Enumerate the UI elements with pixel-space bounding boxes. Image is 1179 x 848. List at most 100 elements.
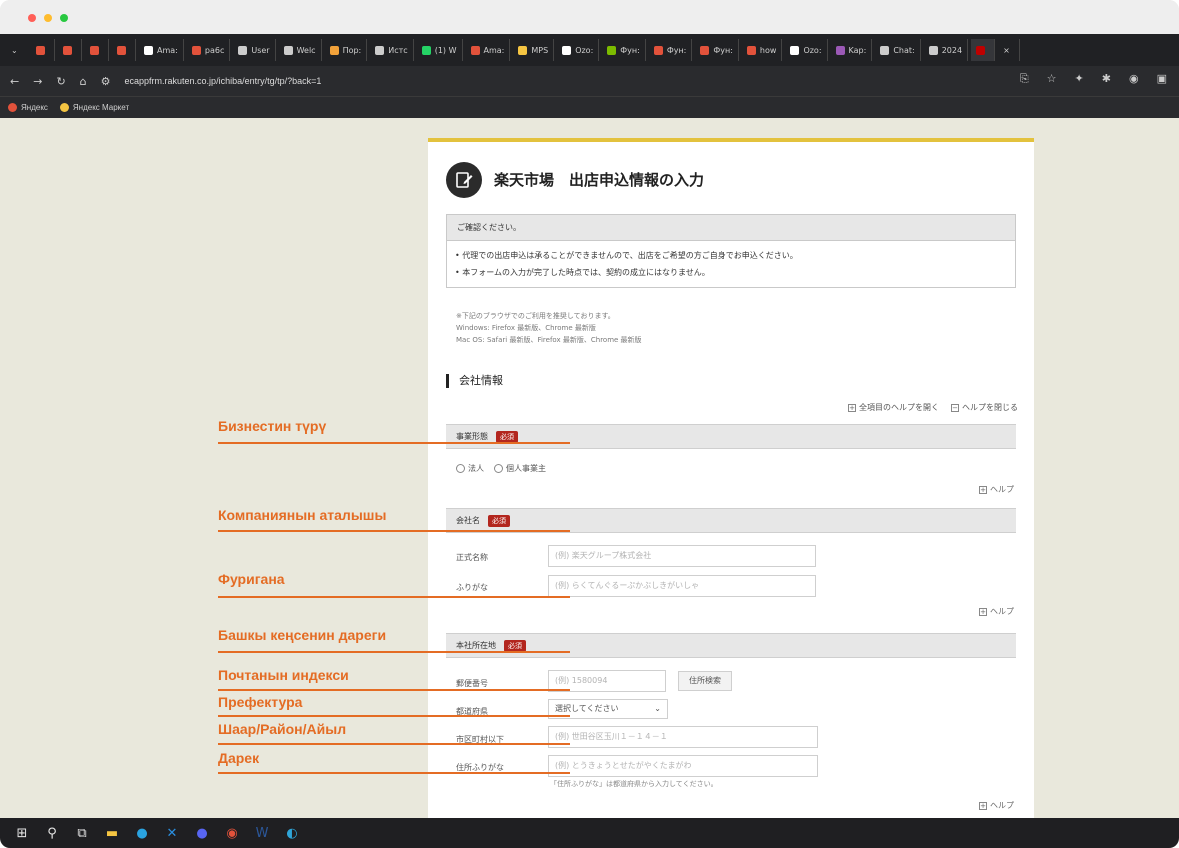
tab-label: User [251,45,270,55]
required-badge: 必須 [496,430,518,443]
browser-tab[interactable]: Фун: [602,39,646,61]
media-icon[interactable]: ◉ [1129,72,1139,86]
furigana-input[interactable]: (例) らくてんぐるーぷかぶしきがいしゃ [548,575,816,597]
window-titlebar [0,0,1179,34]
tab-favicon-icon [928,45,938,55]
radio-icon [456,464,465,473]
puzzle-icon[interactable]: ✱ [1102,72,1111,86]
browser-tab[interactable]: 2024 [924,39,969,61]
vscode-icon[interactable]: ✕ [164,825,180,841]
browser-tab[interactable] [971,39,996,61]
back-icon[interactable]: ← [10,75,19,88]
browser-tab[interactable]: Ozo: [785,39,828,61]
chrome-icon[interactable]: ◉ [224,825,240,841]
close-help-link[interactable]: − ヘルプを閉じる [951,402,1018,413]
bookmark-yandex-market[interactable]: Яндекс Маркет [59,103,130,112]
bookmark-yandex[interactable]: Яндекс [8,103,48,112]
tab-label: MPS [531,45,549,55]
help-toggle-address[interactable]: + ヘルプ [979,800,1014,811]
tab-label: Ama: [483,45,505,55]
browser-tab[interactable]: Welc [279,39,322,61]
reload-icon[interactable]: ↻ [56,75,65,88]
tab-favicon-icon [835,45,845,55]
city-input[interactable]: (例) 世田谷区玉川１－１４－１ [548,726,818,748]
browser-tab[interactable]: User [233,39,276,61]
browser-tab[interactable]: Фун: [649,39,693,61]
url-field[interactable]: ecappfrm.rakuten.co.jp/ichiba/entry/tg/t… [125,76,322,86]
prefecture-select[interactable]: 選択してください ⌄ [548,699,668,719]
close-dot-icon[interactable] [28,14,36,22]
profile-icon[interactable]: ▣ [1157,72,1167,86]
home-icon[interactable]: ⌂ [80,75,87,88]
browser-tab[interactable]: Пор: [325,39,368,61]
minus-icon: − [951,403,959,412]
tab-favicon-icon [191,45,201,55]
tab-list-button[interactable]: ⌄ [6,39,28,61]
radio-label: 法人 [468,464,484,473]
minimize-dot-icon[interactable] [44,14,52,22]
help-label: ヘルプ [990,801,1014,810]
help-label: ヘルプ [990,485,1014,494]
bookmark-label: Яндекс [21,103,48,112]
plus-icon: + [979,607,987,616]
bookmark-star-icon[interactable]: ☆ [1047,72,1057,86]
chevron-down-icon: ⌄ [11,45,18,55]
radio-sole-proprietor[interactable]: 個人事業主 [494,463,546,474]
search-icon[interactable]: ⚲ [44,825,60,841]
word-icon[interactable]: W [254,825,270,841]
city-label: 市区町村以下 [456,735,504,744]
browser-tab[interactable]: Kap: [831,39,873,61]
site-settings-icon[interactable]: ⚙ [101,75,111,88]
radio-corporation[interactable]: 法人 [456,463,484,474]
postal-code-input[interactable]: (例) 1580094 [548,670,666,692]
official-name-input[interactable]: (例) 楽天グループ株式会社 [548,545,816,567]
browser-tab[interactable]: pa6c [187,39,231,61]
tab-label: Ozo: [803,45,822,55]
address-search-button[interactable]: 住所検索 [678,671,732,691]
edge-icon[interactable]: ◐ [284,825,300,841]
browser-tab[interactable]: Ama: [139,39,184,61]
tab-favicon-icon [518,45,528,55]
browser-tab[interactable] [112,39,136,61]
browser-tab[interactable]: MPS [513,39,555,61]
browser-tab[interactable]: Ozo: [557,39,600,61]
address-label: 本社所在地 [456,641,496,650]
close-help-label: ヘルプを閉じる [962,403,1018,412]
address-kana-label: 住所ふりがな [456,763,504,772]
task-view-icon[interactable]: ⧉ [74,825,90,841]
extension-icon[interactable]: ✦ [1075,72,1084,86]
windows-start-icon[interactable]: ⊞ [14,825,30,841]
browser-tab[interactable]: Истс [370,39,414,61]
tab-favicon-icon [746,45,756,55]
browser-tab[interactable] [58,39,82,61]
address-kana-input[interactable]: (例) とうきょうとせたがやくたまがわ [548,755,818,777]
help-toggle-business-type[interactable]: + ヘルプ [979,484,1014,495]
open-all-help-label: 全項目のヘルプを開く [859,403,939,412]
zoom-dot-icon[interactable] [60,14,68,22]
bookmark-label: Яндекс Маркет [72,103,130,112]
open-all-help-link[interactable]: + 全項目のヘルプを開く [848,402,939,413]
address-header: 本社所在地 必須 [446,633,1016,658]
browser-tab[interactable]: (1) W [417,39,463,61]
close-tab-icon[interactable]: × [998,39,1021,61]
file-explorer-icon[interactable]: ▬ [104,825,120,841]
business-type-header: 事業形態 必須 [446,424,1016,449]
tab-favicon-icon [562,45,572,55]
translate-icon[interactable]: ⎘ [1020,72,1029,86]
forward-icon[interactable]: → [33,75,42,88]
telegram-icon[interactable]: ● [134,825,150,841]
company-name-label: 会社名 [456,516,480,525]
tab-label: Welc [296,45,316,55]
browser-tab[interactable]: Ama: [466,39,511,61]
browser-tab[interactable] [85,39,109,61]
browser-tab[interactable]: how [742,39,783,61]
browser-tab[interactable] [31,39,55,61]
help-toggle-company-name[interactable]: + ヘルプ [979,606,1014,617]
browser-tab[interactable]: Фун: [695,39,739,61]
browser-tab[interactable]: Chat: [875,39,921,61]
discord-icon[interactable]: ● [194,825,210,841]
section-title-company-info: 会社情報 [446,374,503,388]
tab-label: Истс [388,45,408,55]
tab-favicon-icon [329,45,339,55]
tab-label: Фун: [713,45,733,55]
